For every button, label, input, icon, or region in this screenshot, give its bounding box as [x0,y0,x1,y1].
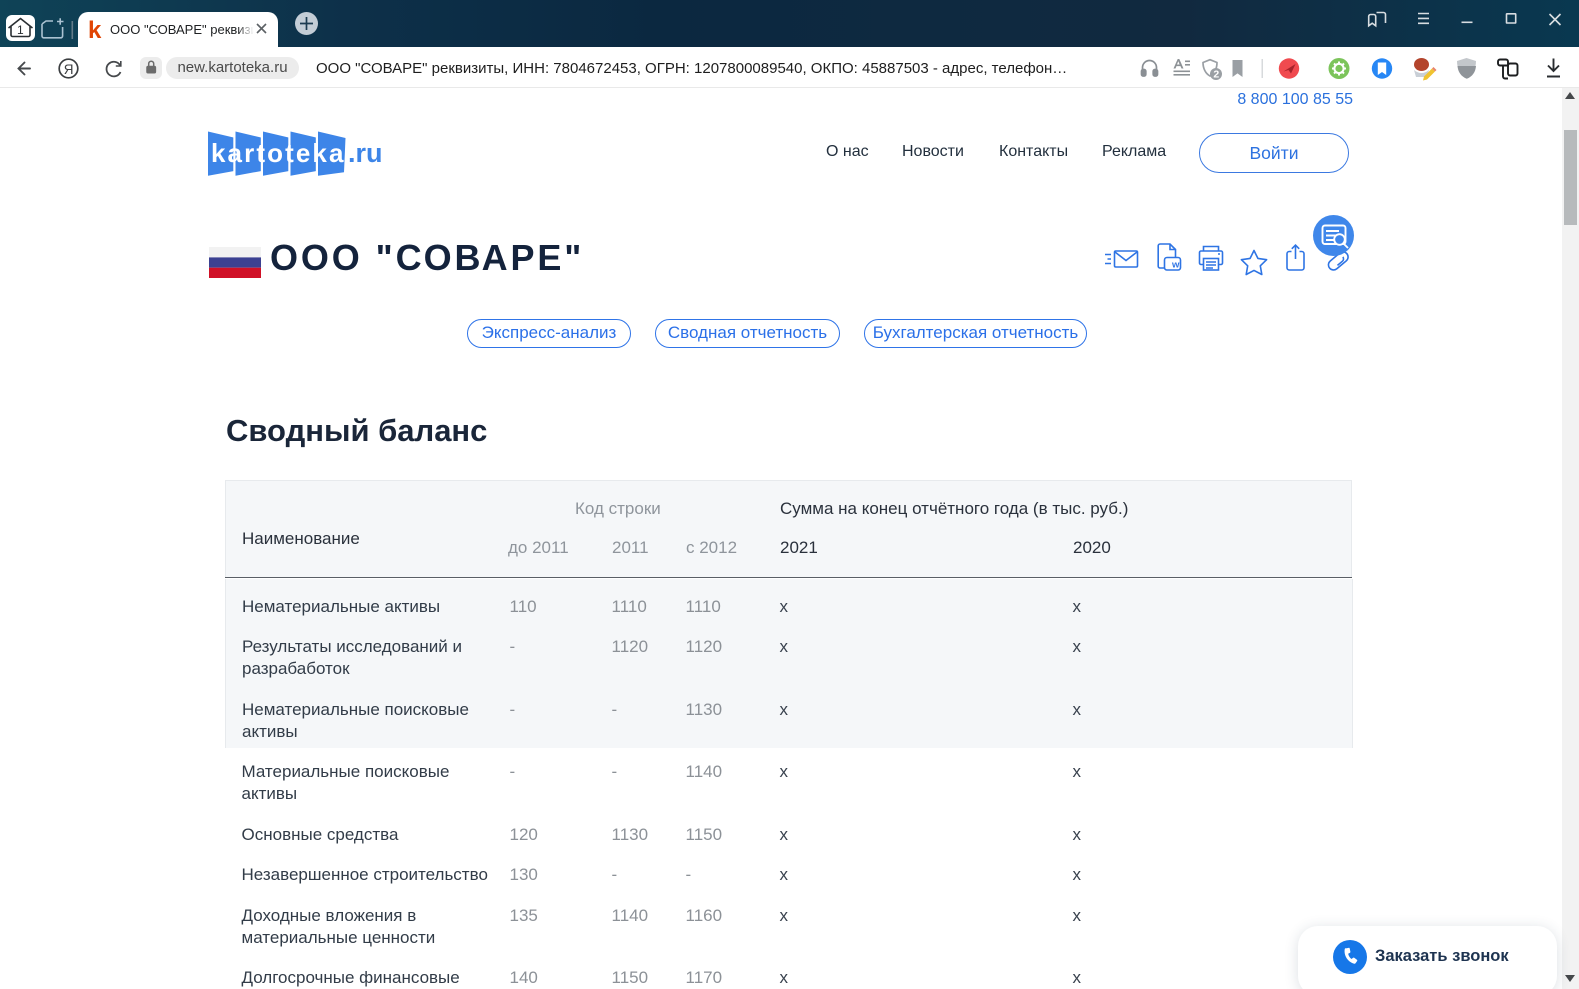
svg-text:2: 2 [1213,69,1219,81]
svg-text:k: k [88,17,102,44]
svg-text:1: 1 [17,23,24,37]
svg-text:Я: Я [64,62,74,77]
svg-text:.ru: .ru [348,138,383,168]
svg-text:kartoteka: kartoteka [211,138,346,168]
svg-text:w: w [1171,260,1180,271]
